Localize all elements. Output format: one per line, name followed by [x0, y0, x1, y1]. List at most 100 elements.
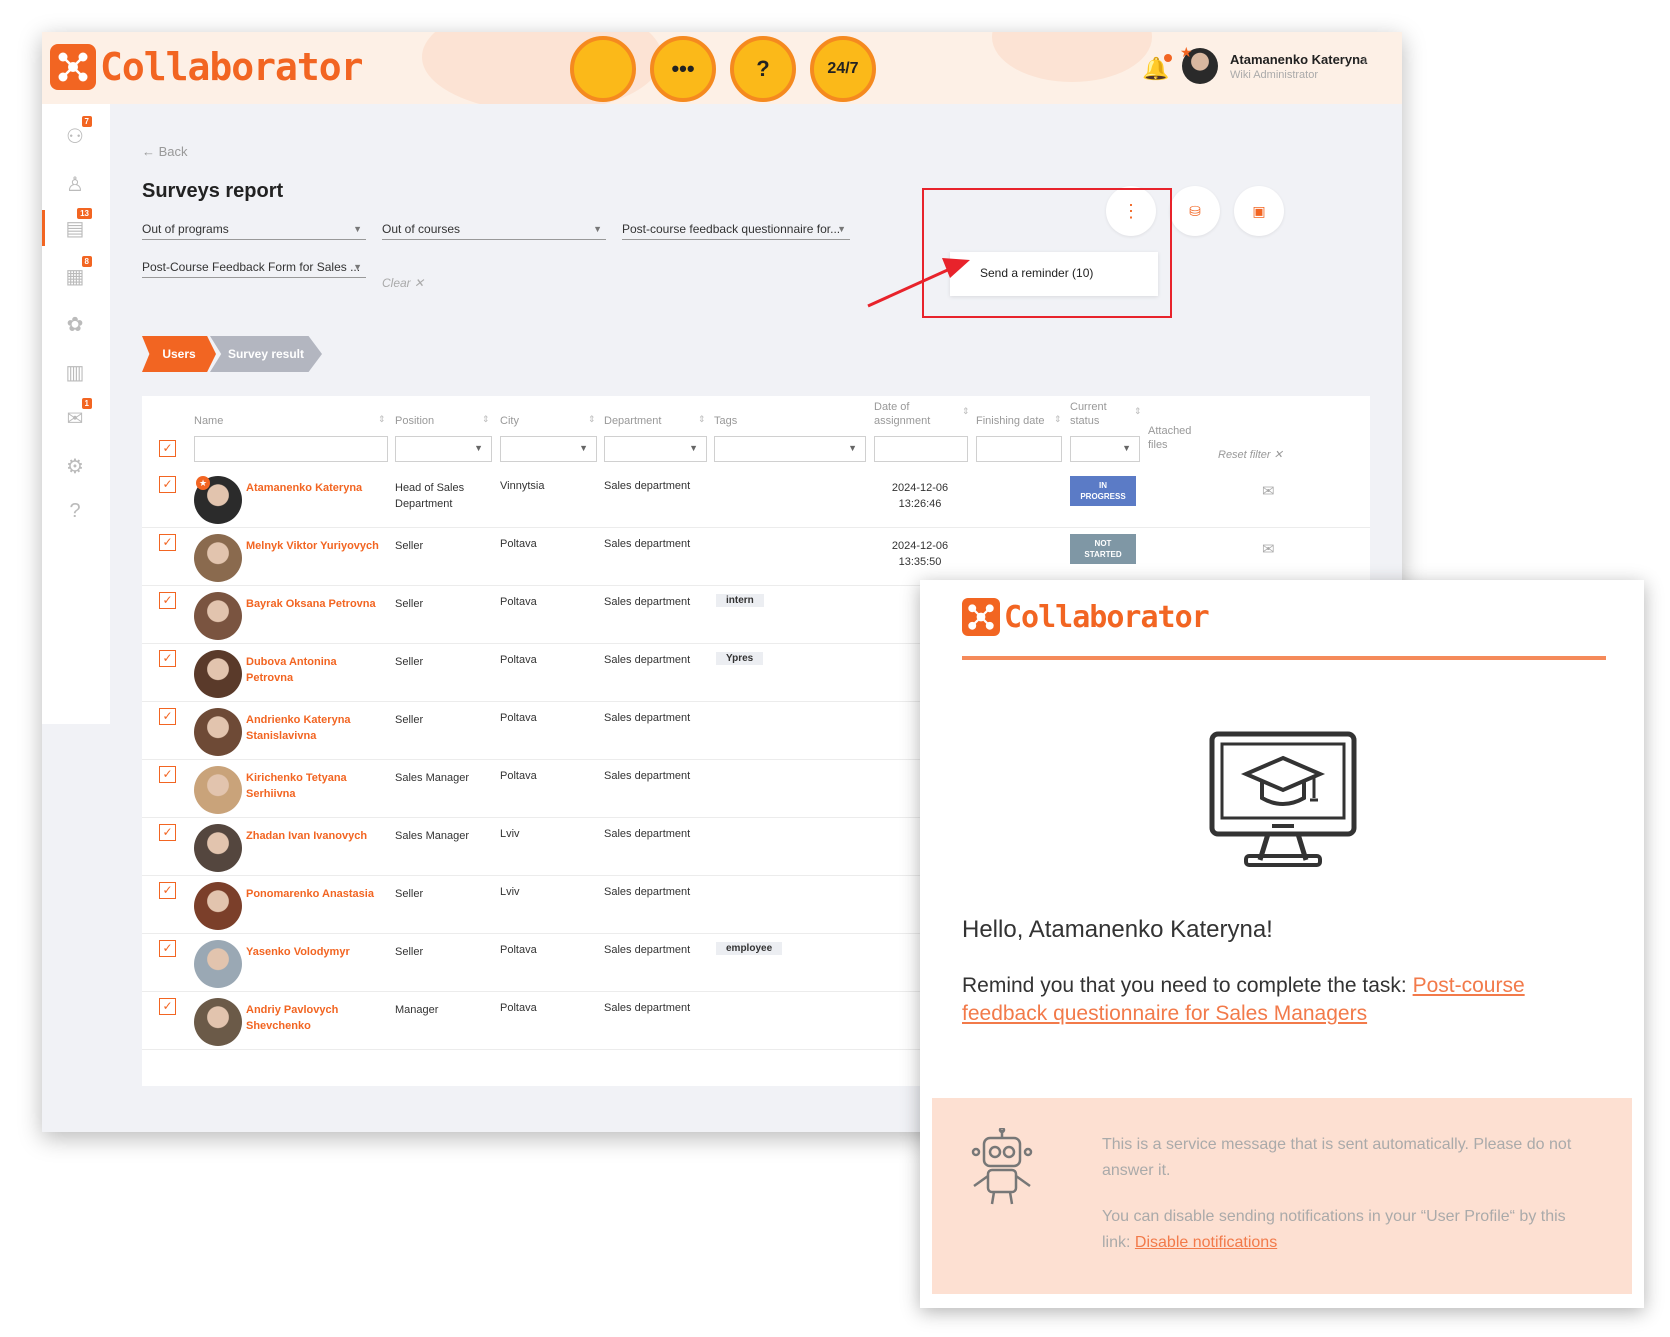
- user-name-link[interactable]: Atamanenko Kateryna: [246, 480, 386, 496]
- logo-icon: [962, 598, 1000, 636]
- user-name-link[interactable]: Yasenko Volodymyr: [246, 944, 386, 960]
- row-checkbox[interactable]: ✓: [159, 882, 176, 899]
- city-cell: Lviv: [500, 886, 520, 898]
- department-cell: Sales department: [604, 596, 691, 608]
- pointer-arrow: [867, 258, 970, 308]
- user-name-link[interactable]: Bayrak Oksana Petrovna: [246, 596, 386, 612]
- assignment-date-cell: 2024-12-06 13:35:50: [891, 540, 949, 568]
- department-cell: Sales department: [604, 1002, 691, 1014]
- department-cell: Sales department: [604, 770, 691, 782]
- sort-icon[interactable]: ⇕: [482, 414, 490, 425]
- status-filter-select[interactable]: ▼: [1070, 436, 1140, 462]
- settings-icon[interactable]: ⚙: [60, 454, 90, 484]
- row-checkbox[interactable]: ✓: [159, 476, 176, 493]
- row-checkbox[interactable]: ✓: [159, 534, 176, 551]
- col-finishing-header[interactable]: Finishing date: [976, 414, 1045, 428]
- user-name-link[interactable]: Zhadan Ivan Ivanovych: [246, 828, 386, 844]
- sort-icon[interactable]: ⇕: [1054, 414, 1062, 425]
- mail-icon[interactable]: ✉ 1: [60, 398, 92, 436]
- user-name-link[interactable]: Dubova Antonina Petrovna: [246, 654, 386, 686]
- position-cell: Seller: [395, 598, 424, 610]
- avatar: [194, 998, 242, 1046]
- logo-text: Collaborator: [1004, 599, 1210, 635]
- email-logo: Collaborator: [962, 598, 1210, 636]
- status-badge: IN PROGRESS: [1070, 476, 1136, 506]
- row-checkbox[interactable]: ✓: [159, 766, 176, 783]
- position-cell: Seller: [395, 888, 424, 900]
- avatar: [194, 882, 242, 930]
- row-checkbox[interactable]: ✓: [159, 998, 176, 1015]
- row-checkbox[interactable]: ✓: [159, 592, 176, 609]
- city-cell: Poltava: [500, 770, 537, 782]
- position-cell: Sales Manager: [395, 772, 469, 784]
- robot-icon: [971, 1128, 1033, 1205]
- user-name-link[interactable]: Kirichenko Tetyana Serhiivna: [246, 770, 386, 802]
- user-name-link[interactable]: Andrienko Kateryna Stanislavivna: [246, 712, 386, 744]
- position-cell: Seller: [395, 714, 424, 726]
- user-name-link[interactable]: Melnyk Viktor Yuriyovych: [246, 538, 386, 554]
- avatar: [194, 534, 242, 582]
- tag-badge: Ypres: [716, 652, 764, 665]
- avatar: [194, 824, 242, 872]
- reminder-email: Collaborator Hello, Atamanenko Kateryna!…: [920, 580, 1644, 1308]
- department-cell: Sales department: [604, 886, 691, 898]
- select-all-checkbox[interactable]: ✓: [159, 440, 176, 457]
- avatar: [194, 940, 242, 988]
- user-name-link[interactable]: Andriy Pavlovych Shevchenko: [246, 1002, 386, 1034]
- clipboard-icon[interactable]: ▥: [60, 360, 90, 390]
- col-city-header[interactable]: City: [500, 414, 519, 428]
- avatar: [194, 592, 242, 640]
- position-cell: Manager: [395, 1004, 439, 1016]
- finishing-date-filter[interactable]: [976, 436, 1062, 462]
- col-department-header[interactable]: Department: [604, 414, 661, 428]
- tag-badge: employee: [716, 942, 783, 955]
- col-files-header: Attached files: [1148, 425, 1192, 451]
- email-footer: This is a service message that is sent a…: [932, 1098, 1632, 1294]
- user-name-link[interactable]: Ponomarenko Anastasia: [246, 886, 386, 902]
- city-cell: Poltava: [500, 1002, 537, 1014]
- graduation-monitor-icon: [1209, 731, 1357, 867]
- sort-icon[interactable]: ⇕: [1134, 406, 1142, 417]
- tags-filter-select[interactable]: ▼: [714, 436, 866, 462]
- city-cell: Poltava: [500, 654, 537, 666]
- city-cell: Poltava: [500, 596, 537, 608]
- disable-notifications-link[interactable]: Disable notifications: [1135, 1234, 1277, 1251]
- assignment-date-filter[interactable]: [874, 436, 968, 462]
- avatar: [194, 766, 242, 814]
- department-cell: Sales department: [604, 712, 691, 724]
- status-badge: NOT STARTED: [1070, 534, 1136, 564]
- table-row[interactable]: ✓ ★ Atamanenko Kateryna Head of Sales Depar…: [142, 470, 1370, 528]
- sort-icon[interactable]: ⇕: [378, 414, 386, 425]
- col-tags-header[interactable]: Tags: [714, 414, 737, 428]
- row-checkbox[interactable]: ✓: [159, 650, 176, 667]
- name-filter-input[interactable]: [194, 436, 388, 462]
- row-checkbox[interactable]: ✓: [159, 708, 176, 725]
- col-name-header[interactable]: Name: [194, 414, 223, 428]
- position-filter-select[interactable]: ▼: [395, 436, 492, 462]
- department-cell: Sales department: [604, 828, 691, 840]
- row-checkbox[interactable]: ✓: [159, 940, 176, 957]
- col-position-header[interactable]: Position: [395, 414, 434, 428]
- assignment-date-cell: 2024-12-06 13:26:46: [891, 482, 949, 510]
- reset-filter-link[interactable]: Reset filter ✕: [1218, 448, 1283, 461]
- screenshot-stage: Collaborator ••• ? 24/7 🔔 ★ Atamanenko K…: [0, 0, 1670, 1337]
- city-filter-select[interactable]: ▼: [500, 436, 597, 462]
- tag-badge: intern: [716, 594, 764, 607]
- envelope-icon[interactable]: ✉: [1262, 540, 1275, 558]
- position-cell: Seller: [395, 946, 424, 958]
- email-body: Remind you that you need to complete the…: [962, 974, 1525, 1025]
- col-status-header[interactable]: Current status: [1070, 400, 1130, 428]
- col-assignment-header[interactable]: Date of assignment: [874, 400, 954, 428]
- help-icon[interactable]: ?: [60, 500, 90, 530]
- row-checkbox[interactable]: ✓: [159, 824, 176, 841]
- envelope-icon[interactable]: ✉: [1262, 482, 1275, 500]
- department-filter-select[interactable]: ▼: [604, 436, 707, 462]
- sort-icon[interactable]: ⇕: [698, 414, 706, 425]
- auto-message-note: This is a service message that is sent a…: [1102, 1136, 1572, 1179]
- position-cell: Seller: [395, 656, 424, 668]
- department-cell: Sales department: [604, 944, 691, 956]
- sort-icon[interactable]: ⇕: [962, 406, 970, 417]
- table-row[interactable]: ✓ Melnyk Viktor Yuriyovych Seller Poltava Sa…: [142, 528, 1370, 586]
- position-cell: Seller: [395, 540, 424, 552]
- sort-icon[interactable]: ⇕: [588, 414, 596, 425]
